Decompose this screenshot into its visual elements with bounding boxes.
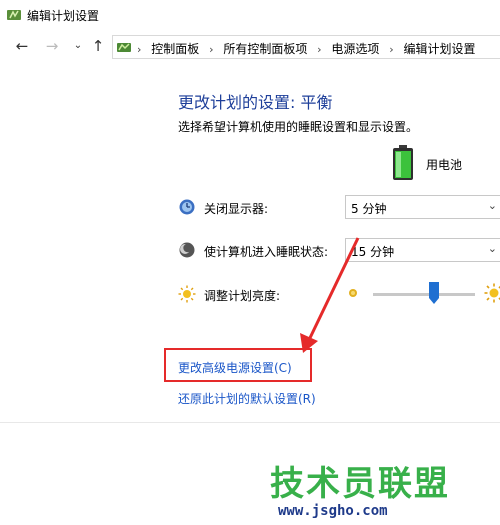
navigation-bar: ← → ⌄ ↑ › 控制面板 › 所有控制面板项 › 电源选项 › 编辑计划设置 <box>0 32 500 62</box>
monitor-icon <box>179 199 195 215</box>
title-bar: 编辑计划设置 <box>0 0 500 32</box>
page-subtitle: 选择希望计算机使用的睡眠设置和显示设置。 <box>178 120 419 134</box>
slider-track[interactable] <box>373 293 475 296</box>
divider <box>0 422 500 423</box>
brightness-row: 调整计划亮度: <box>178 282 500 308</box>
watermark-text: 技术员联盟 <box>270 464 450 504</box>
display-off-label: 关闭显示器: <box>204 202 269 216</box>
slider-thumb[interactable] <box>429 282 440 304</box>
display-off-row: 关闭显示器: 5 分钟 ⌄ <box>178 195 500 221</box>
sleep-value: 15 分钟 <box>351 245 395 259</box>
sun-icon <box>178 285 196 303</box>
power-plan-icon <box>7 10 21 20</box>
moon-icon <box>179 242 195 258</box>
up-arrow-icon[interactable]: ↑ <box>88 36 108 56</box>
chevron-right-icon[interactable]: › <box>209 43 213 56</box>
page-title: 更改计划的设置: 平衡 <box>178 93 333 112</box>
breadcrumb-item[interactable]: 所有控制面板项 <box>223 42 307 56</box>
annotation-highlight-box <box>164 348 312 382</box>
forward-arrow-icon[interactable]: → <box>42 36 62 56</box>
chevron-right-icon[interactable]: › <box>389 43 393 56</box>
sleep-select[interactable]: 15 分钟 ⌄ <box>345 238 500 262</box>
sleep-label: 使计算机进入睡眠状态: <box>204 245 329 259</box>
brightness-slider[interactable] <box>346 282 500 308</box>
chevron-right-icon: › <box>137 43 142 56</box>
breadcrumb: › 控制面板 › 所有控制面板项 › 电源选项 › 编辑计划设置 <box>137 40 475 57</box>
sleep-row: 使计算机进入睡眠状态: 15 分钟 ⌄ <box>178 238 500 264</box>
main-content: 更改计划的设置: 平衡 选择希望计算机使用的睡眠设置和显示设置。 用电池 关闭显… <box>0 62 500 525</box>
breadcrumb-item[interactable]: 编辑计划设置 <box>403 42 475 56</box>
on-battery-header: 用电池 <box>426 158 463 172</box>
address-bar[interactable]: › 控制面板 › 所有控制面板项 › 电源选项 › 编辑计划设置 <box>112 35 500 59</box>
battery-icon <box>393 145 413 180</box>
bright-sun-icon <box>484 283 500 303</box>
breadcrumb-item[interactable]: 控制面板 <box>151 42 199 56</box>
watermark-url: www.jsgho.com <box>278 503 388 519</box>
dim-sun-icon <box>349 289 357 297</box>
control-panel-icon <box>117 43 131 52</box>
display-off-value: 5 分钟 <box>351 202 387 216</box>
chevron-right-icon[interactable]: › <box>317 43 321 56</box>
chevron-down-icon: ⌄ <box>487 242 497 255</box>
recent-dropdown-icon[interactable]: ⌄ <box>68 36 88 56</box>
window-title: 编辑计划设置 <box>27 9 100 23</box>
back-arrow-icon[interactable]: ← <box>12 36 32 56</box>
chevron-down-icon: ⌄ <box>487 199 497 212</box>
watermark-logo: 技术员联盟 www.jsgho.com <box>270 456 500 525</box>
display-off-select[interactable]: 5 分钟 ⌄ <box>345 195 500 219</box>
restore-defaults-link[interactable]: 还原此计划的默认设置(R) <box>178 390 316 407</box>
brightness-label: 调整计划亮度: <box>204 289 281 303</box>
breadcrumb-item[interactable]: 电源选项 <box>331 42 379 56</box>
